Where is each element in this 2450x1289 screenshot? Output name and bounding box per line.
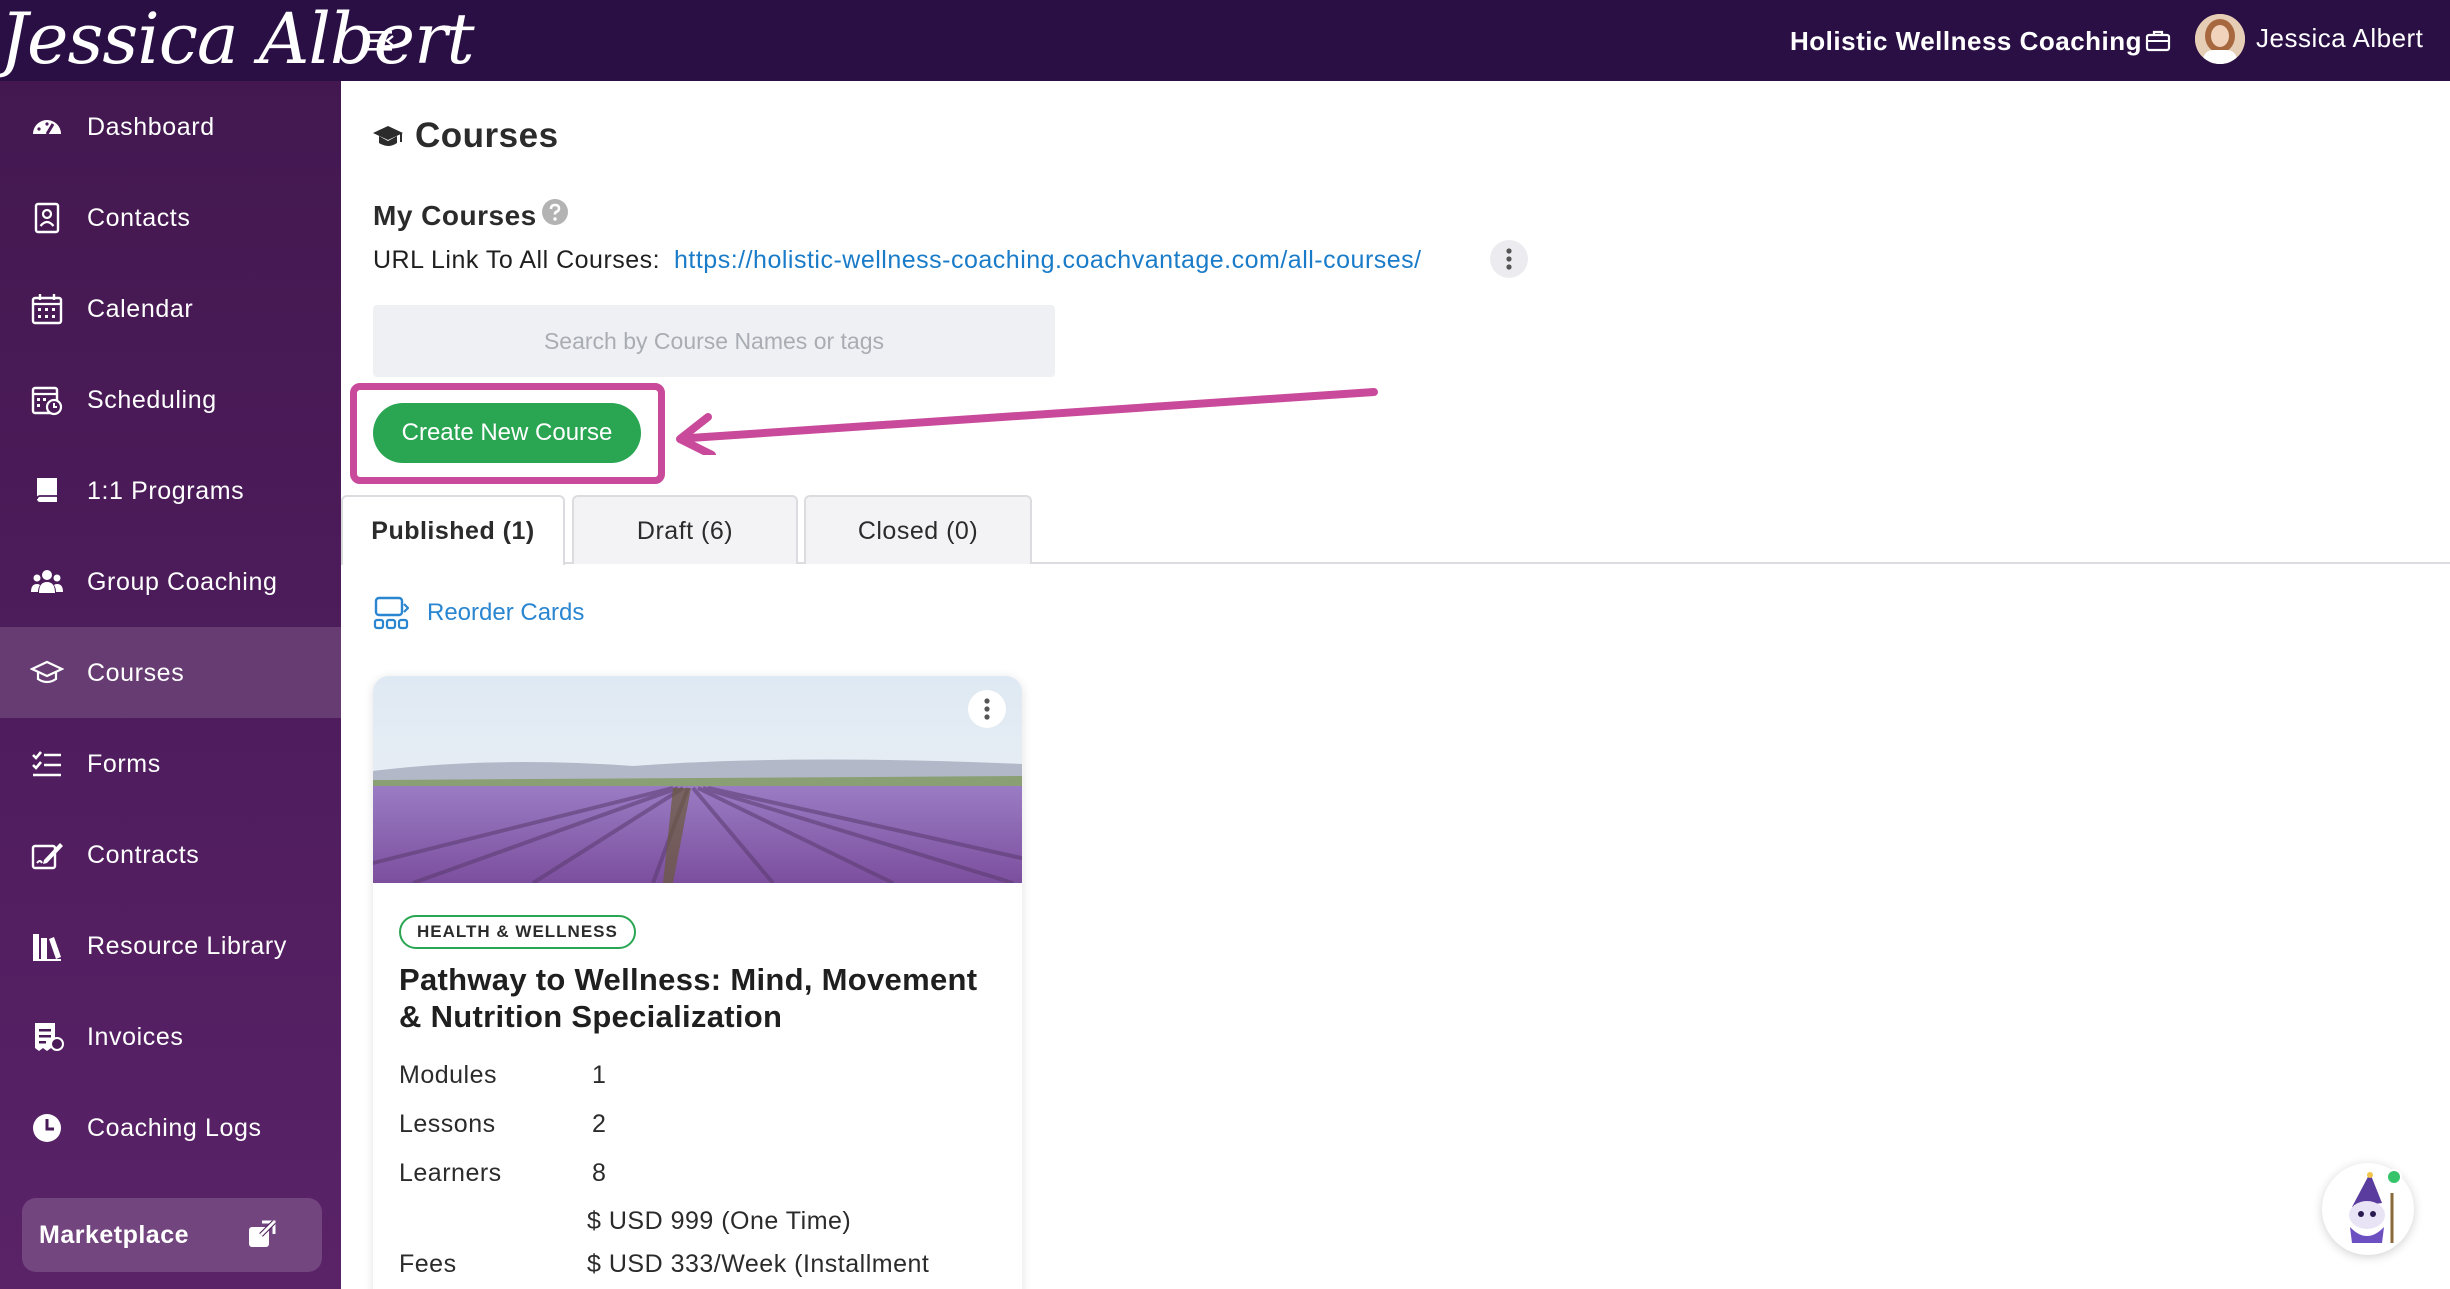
course-search-input[interactable] bbox=[373, 305, 1055, 377]
tab-label: Closed (0) bbox=[857, 517, 979, 545]
sidebar-item-label: Scheduling bbox=[87, 386, 217, 414]
sidebar-item-label: Forms bbox=[87, 750, 161, 778]
book-icon bbox=[36, 478, 57, 502]
learners-label: Learners bbox=[399, 1159, 502, 1187]
reorder-cards-link[interactable]: Reorder Cards bbox=[427, 597, 584, 629]
sidebar-item-label: Contacts bbox=[87, 204, 191, 232]
graduation-cap-icon bbox=[373, 126, 403, 146]
tab-published[interactable]: Published (1) bbox=[341, 495, 565, 565]
modules-label: Modules bbox=[399, 1061, 497, 1089]
course-cover-image bbox=[373, 676, 1022, 883]
marketplace-button[interactable]: Marketplace bbox=[22, 1198, 322, 1272]
sidebar-item-resource-library[interactable]: Resource Library bbox=[0, 900, 341, 991]
sidebar-item-programs[interactable]: 1:1 Programs bbox=[0, 445, 341, 536]
page-title: Courses bbox=[415, 116, 559, 155]
sidebar-item-group-coaching[interactable]: Group Coaching bbox=[0, 536, 341, 627]
course-options-button[interactable] bbox=[968, 690, 1006, 728]
lessons-label: Lessons bbox=[399, 1110, 496, 1138]
sidebar-item-label: Coaching Logs bbox=[87, 1114, 262, 1142]
sidebar-item-label: Courses bbox=[87, 659, 185, 687]
reorder-cards-icon[interactable] bbox=[373, 596, 409, 630]
sidebar-item-forms[interactable]: Forms bbox=[0, 718, 341, 809]
brand-logo[interactable]: Jessica Albert bbox=[0, 0, 475, 84]
course-title[interactable]: Pathway to Wellness: Mind, Movement & Nu… bbox=[399, 961, 999, 1035]
dashboard-gauge-icon bbox=[33, 120, 61, 135]
annotation-arrow-icon bbox=[676, 388, 1378, 455]
kebab-menu-icon bbox=[1506, 248, 1512, 270]
learners-value: 8 bbox=[592, 1159, 607, 1187]
help-icon[interactable] bbox=[541, 198, 569, 226]
graduation-cap-icon bbox=[30, 660, 64, 684]
external-link-icon bbox=[249, 1220, 276, 1247]
calendar-clock-icon bbox=[31, 386, 63, 416]
sidebar-item-label: Resource Library bbox=[87, 932, 287, 960]
sidebar-item-label: 1:1 Programs bbox=[87, 477, 245, 505]
fee-one-time: $ USD 999 (One Time) bbox=[587, 1207, 852, 1235]
lessons-value: 2 bbox=[592, 1110, 607, 1138]
sidebar-item-contracts[interactable]: Contracts bbox=[0, 809, 341, 900]
user-name[interactable]: Jessica Albert bbox=[2256, 21, 2423, 55]
organization-name[interactable]: Holistic Wellness Coaching bbox=[1790, 24, 2142, 58]
sidebar-item-label: Group Coaching bbox=[87, 568, 278, 596]
fees-label: Fees bbox=[399, 1250, 457, 1278]
tab-draft[interactable]: Draft (6) bbox=[572, 495, 798, 564]
sidebar-item-label: Invoices bbox=[87, 1023, 184, 1051]
url-options-button[interactable] bbox=[1490, 240, 1528, 278]
clock-icon bbox=[33, 1114, 61, 1142]
tab-label: Published (1) bbox=[371, 517, 535, 545]
users-group-icon bbox=[31, 570, 63, 593]
sidebar-item-label: Calendar bbox=[87, 295, 194, 323]
sidebar-item-scheduling[interactable]: Scheduling bbox=[0, 354, 341, 445]
sidebar-item-coaching-logs[interactable]: Coaching Logs bbox=[0, 1082, 341, 1173]
signature-pen-icon bbox=[31, 843, 63, 870]
all-courses-link[interactable]: https://holistic-wellness-coaching.coach… bbox=[674, 244, 1422, 276]
invoice-icon bbox=[35, 1023, 64, 1051]
briefcase-icon[interactable] bbox=[2144, 27, 2172, 55]
contacts-book-icon bbox=[34, 202, 60, 234]
create-new-course-button[interactable]: Create New Course bbox=[373, 403, 641, 463]
sidebar-item-invoices[interactable]: Invoices bbox=[0, 991, 341, 1082]
sidebar-item-label: Dashboard bbox=[87, 113, 215, 141]
courses-url-label: URL Link To All Courses: bbox=[373, 246, 661, 274]
sidebar-item-dashboard[interactable]: Dashboard bbox=[0, 81, 341, 172]
kebab-menu-icon bbox=[984, 698, 990, 720]
sidebar-item-label: Contracts bbox=[87, 841, 200, 869]
sidebar-item-courses[interactable]: Courses bbox=[0, 627, 341, 718]
menu-collapse-icon[interactable] bbox=[366, 26, 396, 56]
fee-installment: $ USD 333/Week (Installment bbox=[587, 1250, 930, 1278]
sidebar-item-contacts[interactable]: Contacts bbox=[0, 172, 341, 263]
modules-value: 1 bbox=[592, 1061, 607, 1089]
marketplace-label: Marketplace bbox=[39, 1221, 190, 1249]
library-books-icon bbox=[33, 934, 61, 961]
checklist-icon bbox=[32, 751, 61, 777]
tab-closed[interactable]: Closed (0) bbox=[804, 495, 1032, 564]
online-status-dot bbox=[2386, 1169, 2402, 1185]
top-bar: Jessica Albert Holistic Wellness Coachin… bbox=[0, 0, 2450, 81]
sidebar: Dashboard Contacts Calendar Scheduling 1… bbox=[0, 81, 341, 1289]
user-avatar[interactable] bbox=[2195, 14, 2245, 64]
tab-label: Draft (6) bbox=[636, 517, 734, 545]
course-card[interactable]: HEALTH & WELLNESS Pathway to Wellness: M… bbox=[373, 676, 1022, 1289]
calendar-icon bbox=[31, 294, 63, 325]
category-badge: HEALTH & WELLNESS bbox=[399, 915, 636, 949]
sidebar-item-calendar[interactable]: Calendar bbox=[0, 263, 341, 354]
section-title: My Courses bbox=[373, 200, 537, 231]
